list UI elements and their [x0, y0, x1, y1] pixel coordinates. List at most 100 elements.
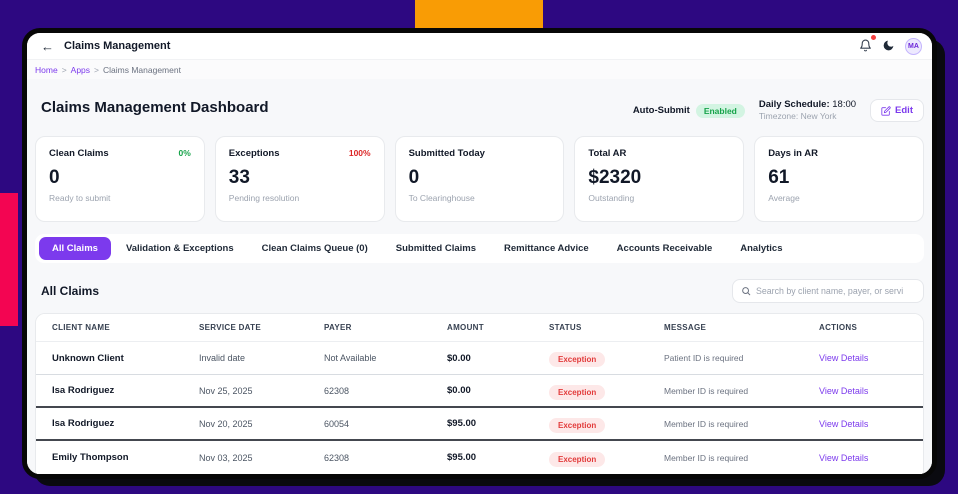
cell-message: Member ID is required	[664, 419, 819, 429]
stat-card-exceptions: Exceptions 100% 33 Pending resolution	[215, 136, 385, 222]
dark-mode-moon-icon[interactable]	[882, 39, 896, 53]
section-header: All Claims	[35, 279, 924, 303]
topbar: ← Claims Management MA	[27, 33, 932, 60]
stat-label: Submitted Today	[409, 148, 485, 159]
table-header-row: CLIENT NAME SERVICE DATE PAYER AMOUNT ST…	[36, 314, 923, 342]
pencil-edit-icon	[881, 106, 891, 116]
breadcrumb-home[interactable]: Home	[35, 65, 58, 75]
auto-submit-label: Auto-Submit	[633, 105, 690, 116]
col-status: STATUS	[549, 323, 664, 332]
tab-bar: All Claims Validation & Exceptions Clean…	[35, 234, 924, 263]
breadcrumb-apps[interactable]: Apps	[71, 65, 90, 75]
breadcrumb-current: Claims Management	[103, 65, 181, 75]
stat-value: 33	[229, 167, 371, 189]
cell-service-date: Invalid date	[199, 353, 324, 363]
notification-dot	[871, 35, 876, 40]
view-details-link[interactable]: View Details	[819, 419, 907, 429]
stat-cards: Clean Claims 0% 0 Ready to submit Except…	[35, 136, 924, 222]
table-row: Isa Rodriguez Nov 25, 2025 62308 $0.00 E…	[36, 375, 923, 408]
stat-percent-badge: 0%	[179, 148, 191, 158]
stat-value: 0	[49, 167, 191, 189]
stat-label: Clean Claims	[49, 148, 109, 159]
view-details-link[interactable]: View Details	[819, 453, 907, 463]
tab-remittance-advice[interactable]: Remittance Advice	[491, 237, 602, 260]
tab-clean-claims-queue[interactable]: Clean Claims Queue (0)	[249, 237, 381, 260]
breadcrumb-separator: >	[62, 65, 67, 75]
cell-amount: $0.00	[447, 385, 549, 396]
cell-amount: $95.00	[447, 418, 549, 429]
timezone-label: Timezone: New York	[759, 111, 856, 122]
notifications-bell-icon[interactable]	[859, 39, 873, 53]
header-controls: Auto-Submit Enabled Daily Schedule: 18:0…	[633, 99, 924, 122]
decor-crimson-block	[0, 193, 18, 326]
search-input[interactable]	[756, 286, 915, 296]
auto-submit-status-badge: Enabled	[696, 104, 745, 118]
search-icon	[741, 286, 751, 296]
stat-subtitle: Pending resolution	[229, 193, 371, 203]
col-service-date: SERVICE DATE	[199, 323, 324, 332]
back-icon[interactable]: ←	[41, 39, 54, 54]
app-window: ← Claims Management MA Home > Apps > Cla…	[22, 28, 937, 479]
col-payer: PAYER	[324, 323, 447, 332]
status-badge: Exception	[549, 385, 605, 400]
cell-payer: 60054	[324, 419, 447, 429]
table-row: Unknown Client Invalid date Not Availabl…	[36, 342, 923, 375]
cell-payer: Not Available	[324, 353, 447, 363]
tab-accounts-receivable[interactable]: Accounts Receivable	[604, 237, 726, 260]
main-content: Claims Management Dashboard Auto-Submit …	[27, 79, 932, 479]
claims-search-box[interactable]	[732, 279, 924, 303]
stat-card-total-ar: Total AR $2320 Outstanding	[574, 136, 744, 222]
stat-value: $2320	[588, 167, 730, 189]
cell-client-name: Unknown Client	[52, 353, 199, 364]
status-badge: Exception	[549, 452, 605, 467]
stat-subtitle: Outstanding	[588, 193, 730, 203]
avatar[interactable]: MA	[905, 38, 922, 55]
stat-subtitle: Ready to submit	[49, 193, 191, 203]
stat-card-submitted-today: Submitted Today 0 To Clearinghouse	[395, 136, 565, 222]
cell-message: Patient ID is required	[664, 353, 819, 363]
app-title: Claims Management	[64, 40, 170, 52]
col-amount: AMOUNT	[447, 323, 549, 332]
stat-label: Days in AR	[768, 148, 818, 159]
tab-analytics[interactable]: Analytics	[727, 237, 795, 260]
daily-schedule-label: Daily Schedule:	[759, 99, 830, 110]
col-message: MESSAGE	[664, 323, 819, 332]
stat-subtitle: Average	[768, 193, 910, 203]
section-title: All Claims	[41, 284, 99, 298]
table-row: Emily Thompson Nov 03, 2025 62308 $95.00…	[36, 441, 923, 474]
status-badge: Exception	[549, 352, 605, 367]
decor-orange-block	[415, 0, 543, 28]
stat-label: Total AR	[588, 148, 626, 159]
page-title: Claims Management Dashboard	[41, 99, 269, 116]
cell-message: Member ID is required	[664, 453, 819, 463]
edit-schedule-button[interactable]: Edit	[870, 99, 924, 122]
stat-value: 0	[409, 167, 551, 189]
edit-button-label: Edit	[895, 105, 913, 116]
breadcrumb: Home > Apps > Claims Management	[27, 60, 932, 79]
claims-table: CLIENT NAME SERVICE DATE PAYER AMOUNT ST…	[35, 313, 924, 475]
stat-label: Exceptions	[229, 148, 280, 159]
tab-validation-exceptions[interactable]: Validation & Exceptions	[113, 237, 247, 260]
cell-client-name: Isa Rodriguez	[52, 418, 199, 429]
tab-submitted-claims[interactable]: Submitted Claims	[383, 237, 489, 260]
view-details-link[interactable]: View Details	[819, 386, 907, 396]
stat-value: 61	[768, 167, 910, 189]
col-actions: ACTIONS	[819, 323, 907, 332]
col-client-name: CLIENT NAME	[52, 323, 199, 332]
topbar-actions: MA	[859, 38, 922, 55]
view-details-link[interactable]: View Details	[819, 353, 907, 363]
stat-card-clean-claims: Clean Claims 0% 0 Ready to submit	[35, 136, 205, 222]
auto-submit-group: Auto-Submit Enabled	[633, 104, 745, 118]
cell-client-name: Isa Rodriguez	[52, 385, 199, 396]
cell-client-name: Emily Thompson	[52, 452, 199, 463]
cell-service-date: Nov 25, 2025	[199, 386, 324, 396]
daily-schedule-group: Daily Schedule: 18:00 Timezone: New York	[759, 99, 856, 122]
tab-all-claims[interactable]: All Claims	[39, 237, 111, 260]
cell-service-date: Nov 20, 2025	[199, 419, 324, 429]
stat-card-days-in-ar: Days in AR 61 Average	[754, 136, 924, 222]
cell-message: Member ID is required	[664, 386, 819, 396]
cell-amount: $0.00	[447, 353, 549, 364]
cell-payer: 62308	[324, 386, 447, 396]
table-row: Isa Rodriguez Nov 20, 2025 60054 $95.00 …	[36, 408, 923, 441]
cell-service-date: Nov 03, 2025	[199, 453, 324, 463]
